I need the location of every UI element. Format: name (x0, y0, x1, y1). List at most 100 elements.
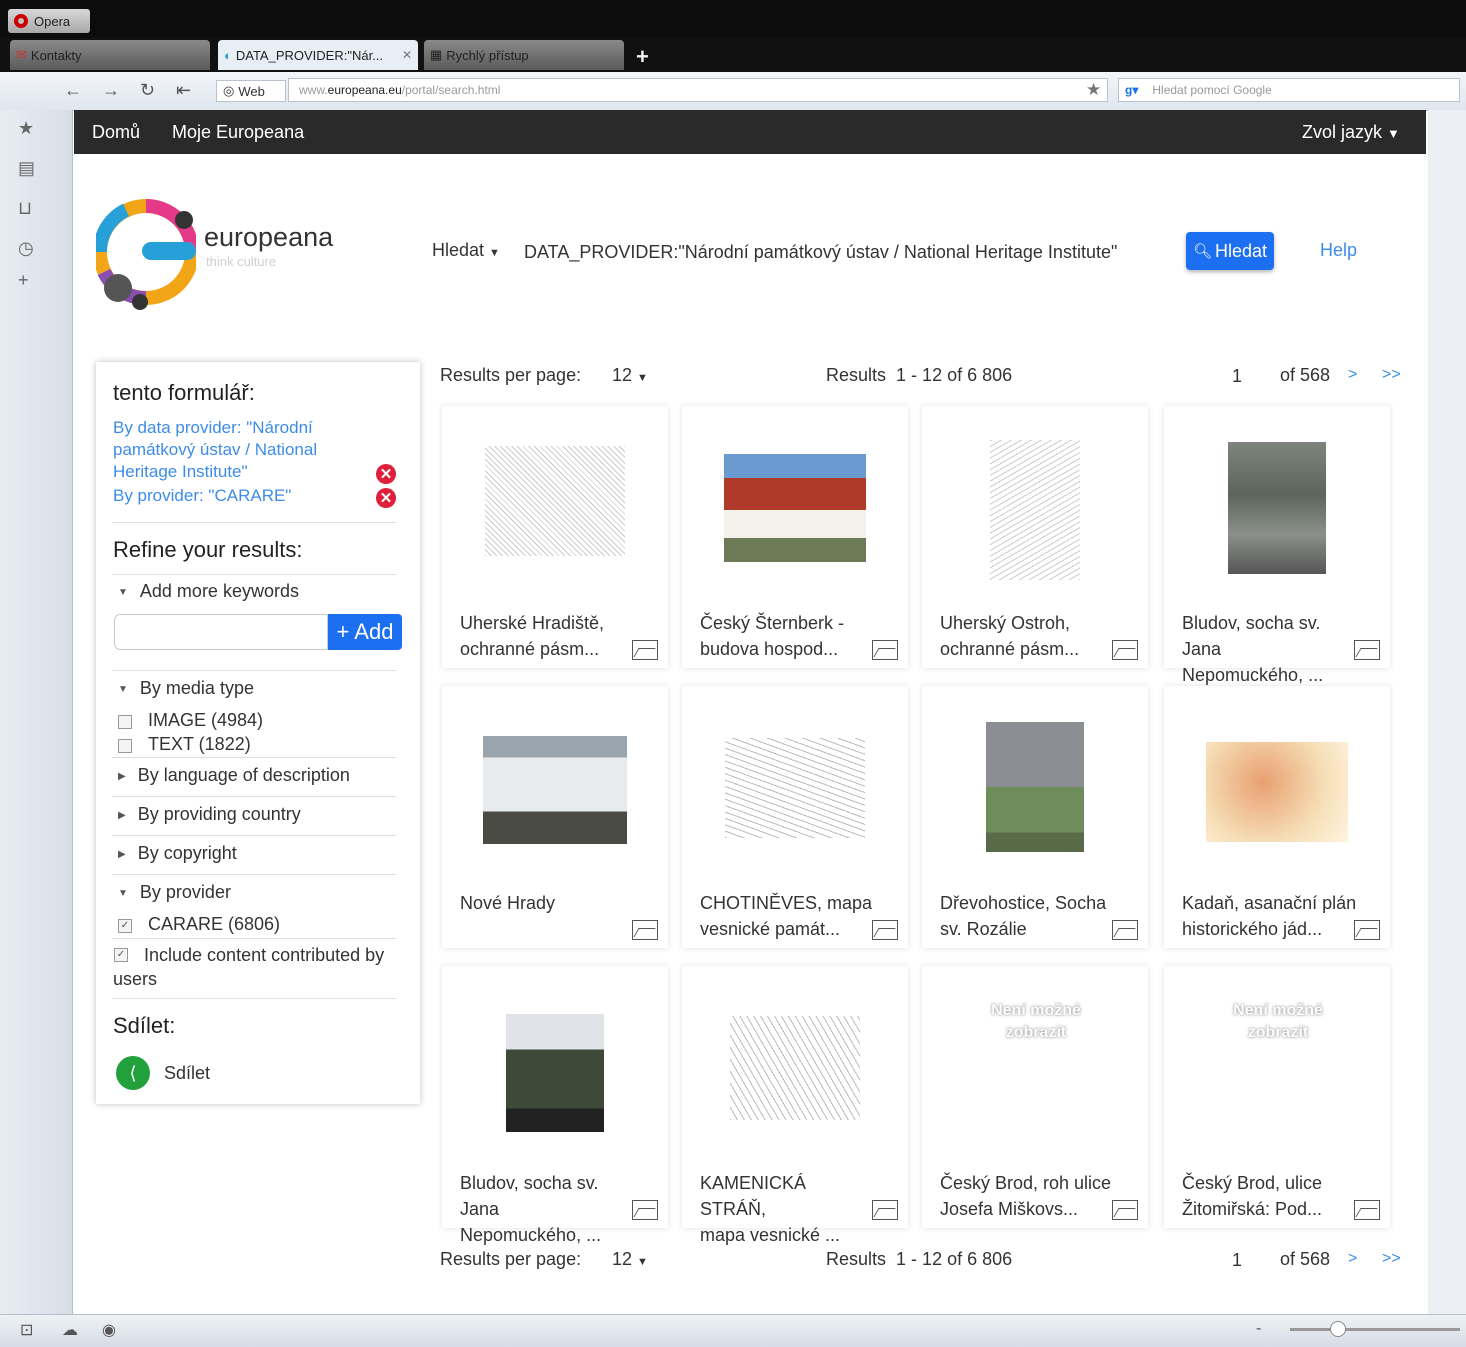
result-title[interactable]: CHOTINĚVES, mapa vesnické památ... (700, 890, 876, 942)
share-icon[interactable]: ⟨ (116, 1056, 150, 1090)
help-link[interactable]: Help (1320, 240, 1357, 261)
include-ugc-label[interactable]: Include content contributed by users (113, 943, 393, 991)
search-input[interactable] (522, 232, 1186, 272)
result-title[interactable]: Bludov, socha sv. Jana Nepomuckého, ... (460, 1170, 636, 1248)
result-title[interactable]: Český Brod, ulice Žitomiřská: Pod... (1182, 1170, 1358, 1222)
europeana-logo[interactable] (96, 196, 196, 314)
history-icon[interactable]: ◷ (18, 238, 34, 259)
reload-icon[interactable]: ↻ (140, 80, 155, 101)
result-title-line[interactable]: Uherský Ostroh, (940, 610, 1116, 636)
result-title-line[interactable]: mapa vesnické ... (700, 1222, 876, 1248)
unite-icon[interactable]: ⊔ (18, 198, 32, 219)
remove-filter-icon[interactable]: ✕ (376, 464, 396, 484)
result-title-line[interactable]: sv. Rozálie (940, 916, 1116, 942)
filter-data-provider-link[interactable]: By data provider: "Národní památkový úst… (113, 417, 363, 483)
web-badge[interactable]: ◎ Web (216, 80, 286, 102)
add-keyword-button[interactable]: + Add (328, 614, 402, 650)
new-tab-icon[interactable]: + (636, 44, 649, 70)
result-title-line[interactable]: Český Brod, ulice (1182, 1170, 1358, 1196)
result-title-line[interactable]: Nepomuckého, ... (1182, 662, 1358, 688)
result-thumbnail[interactable] (986, 722, 1084, 852)
camera-icon[interactable]: ◉ (102, 1320, 116, 1340)
panel-toggle-icon[interactable]: ⊡ (20, 1320, 33, 1340)
zoom-out-icon[interactable]: - (1256, 1320, 1261, 1338)
result-title[interactable]: Uherské Hradiště, ochranné pásm... (460, 610, 636, 662)
country-facet-toggle[interactable]: ▶ By providing country (118, 804, 301, 825)
result-title-line[interactable]: Nové Hrady (460, 890, 636, 916)
copyright-facet-toggle[interactable]: ▶ By copyright (118, 843, 237, 864)
result-thumbnail[interactable] (730, 1016, 860, 1120)
opera-menu-button[interactable]: Opera (8, 9, 90, 33)
result-thumbnail[interactable] (990, 440, 1080, 580)
add-keywords-toggle[interactable]: ▼ Add more keywords (118, 581, 299, 602)
page-number-input[interactable] (1210, 1246, 1264, 1274)
result-title-line[interactable]: Uherské Hradiště, (460, 610, 636, 636)
result-thumbnail[interactable] (724, 454, 866, 562)
filter-provider-link[interactable]: By provider: "CARARE" (113, 485, 363, 507)
zoom-slider-knob[interactable] (1330, 1321, 1346, 1337)
result-thumbnail[interactable] (1228, 442, 1326, 574)
result-thumbnail[interactable] (485, 446, 625, 556)
result-title-line[interactable]: Bludov, socha sv. Jana (460, 1170, 636, 1222)
next-page-link[interactable]: > (1348, 1250, 1357, 1268)
text-checkbox[interactable] (118, 739, 132, 753)
add-panel-icon[interactable]: + (18, 270, 29, 291)
address-bar[interactable]: www. europeana.eu/portal/search.html (288, 78, 1108, 102)
google-search-field[interactable]: g▾ Hledat pomocí Google (1118, 78, 1460, 102)
result-title[interactable]: Český Brod, roh ulice Josefa Miškovs... (940, 1170, 1116, 1222)
result-title-line[interactable]: Žitomiřská: Pod... (1182, 1196, 1358, 1222)
zoom-slider[interactable] (1290, 1328, 1460, 1331)
remove-filter-icon[interactable]: ✕ (376, 488, 396, 508)
bookmark-star-icon[interactable]: ★ (1086, 80, 1101, 100)
result-title[interactable]: Český Šternberk - budova hospod... (700, 610, 876, 662)
result-title-line[interactable]: historického jád... (1182, 916, 1358, 942)
result-title-line[interactable]: Bludov, socha sv. Jana (1182, 610, 1358, 662)
result-title-line[interactable]: Český Brod, roh ulice (940, 1170, 1116, 1196)
result-title[interactable]: Kadaň, asanační plán historického jád... (1182, 890, 1358, 942)
search-button[interactable]: 🔍︎ Hledat (1186, 232, 1274, 270)
back-icon[interactable]: ← (64, 80, 82, 101)
carare-checkbox[interactable]: ✓ (118, 919, 132, 933)
last-page-link[interactable]: >> (1382, 1250, 1401, 1268)
close-tab-icon[interactable]: ✕ (402, 48, 412, 62)
result-title[interactable]: Nové Hrady (460, 890, 636, 916)
nav-home-link[interactable]: Domů (92, 122, 140, 143)
result-title-line[interactable]: budova hospod... (700, 636, 876, 662)
scrollbar[interactable] (1428, 110, 1466, 1314)
result-thumbnail[interactable] (725, 738, 865, 838)
notes-icon[interactable]: ▤ (18, 158, 35, 179)
keyword-input[interactable] (114, 614, 328, 650)
result-thumbnail[interactable] (483, 736, 627, 844)
image-checkbox[interactable] (118, 715, 132, 729)
last-page-link[interactable]: >> (1382, 366, 1401, 384)
result-title[interactable]: Bludov, socha sv. Jana Nepomuckého, ... (1182, 610, 1358, 688)
result-title[interactable]: KAMENICKÁ STRÁŇ, mapa vesnické ... (700, 1170, 876, 1248)
tab-data-provider[interactable]: ◐ DATA_PROVIDER:"Nár... ✕ (218, 40, 418, 70)
tab-kontakty[interactable]: ✉ Kontakty (10, 40, 210, 70)
result-thumbnail[interactable] (506, 1014, 604, 1132)
provider-facet-toggle[interactable]: ▼ By provider (118, 882, 231, 903)
result-title-line[interactable]: ochranné pásm... (460, 636, 636, 662)
result-title-line[interactable]: Josefa Miškovs... (940, 1196, 1116, 1222)
results-per-page-select[interactable]: 12 ▼ (612, 1249, 648, 1270)
nav-my-europeana-link[interactable]: Moje Europeana (172, 122, 304, 143)
results-per-page-select[interactable]: 12 ▼ (612, 365, 648, 386)
page-number-input[interactable] (1210, 362, 1264, 390)
cloud-icon[interactable]: ☁ (62, 1320, 78, 1340)
share-button[interactable]: Sdílet (164, 1063, 210, 1084)
bookmarks-icon[interactable]: ★ (18, 118, 34, 139)
result-title-line[interactable]: Kadaň, asanační plán (1182, 890, 1358, 916)
result-title-line[interactable]: Nepomuckého, ... (460, 1222, 636, 1248)
tab-speed-dial[interactable]: ▦ Rychlý přístup (424, 40, 624, 70)
result-title-line[interactable]: vesnické památ... (700, 916, 876, 942)
language-facet-toggle[interactable]: ▶ By language of description (118, 765, 350, 786)
result-title[interactable]: Dřevohostice, Socha sv. Rozálie (940, 890, 1116, 942)
image-option-label[interactable]: IMAGE (4984) (148, 710, 263, 731)
result-title-line[interactable]: ochranné pásm... (940, 636, 1116, 662)
result-title-line[interactable]: Dřevohostice, Socha (940, 890, 1116, 916)
result-title-line[interactable]: KAMENICKÁ STRÁŇ, (700, 1170, 876, 1222)
next-page-link[interactable]: > (1348, 366, 1357, 384)
result-title-line[interactable]: Český Šternberk - (700, 610, 876, 636)
forward-icon[interactable]: → (102, 80, 120, 101)
search-scope-select[interactable]: Hledat ▼ (432, 240, 500, 261)
